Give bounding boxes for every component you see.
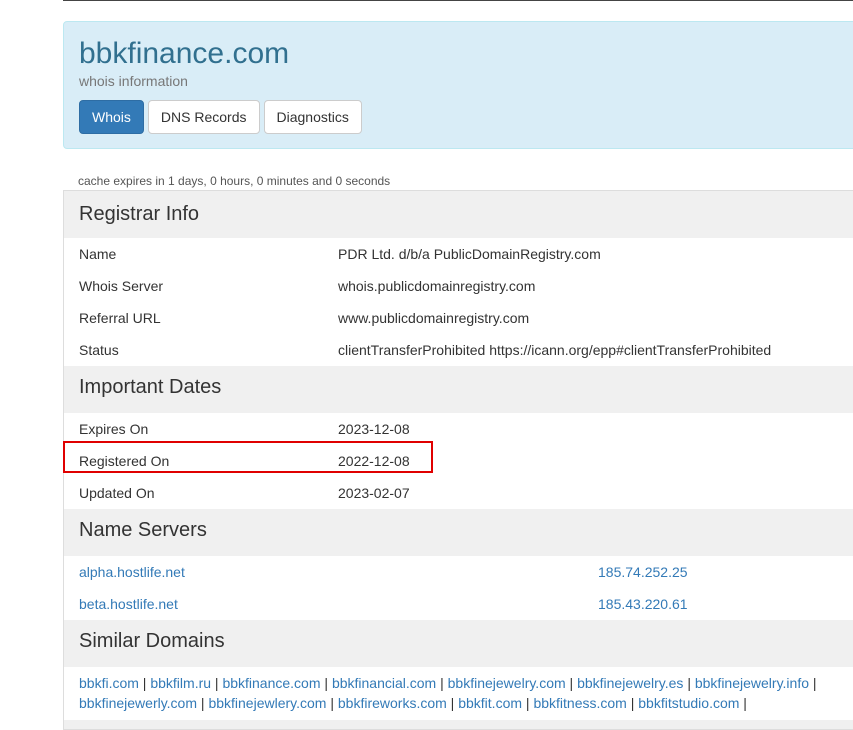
nameservers-heading: Name Servers <box>79 519 207 541</box>
whois-server-label: Whois Server <box>79 278 164 294</box>
tab-diagnostics[interactable]: Diagnostics <box>263 100 362 134</box>
registrar-heading: Registrar Info <box>79 203 200 225</box>
separator: | <box>522 695 534 711</box>
similar-domain-link[interactable]: bbkfitness.com <box>533 695 626 711</box>
separator: | <box>565 675 578 691</box>
similar-domain-link[interactable]: bbkfinejewerly.com <box>79 695 197 711</box>
similar-domain-link[interactable]: bbkfinejewelry.info <box>695 675 809 691</box>
domain-header: bbkfinance.com whois information Whois D… <box>63 21 853 149</box>
similar-domain-link[interactable]: bbkfilm.ru <box>150 675 211 691</box>
expires-on-label: Expires On <box>79 421 149 437</box>
dates-section-header: Important Dates <box>64 366 853 413</box>
section-footer <box>64 720 853 729</box>
similar-heading: Similar Domains <box>79 630 225 652</box>
dates-heading: Important Dates <box>79 376 222 398</box>
nameserver-host-link[interactable]: alpha.hostlife.net <box>79 564 185 580</box>
tab-whois[interactable]: Whois <box>79 100 144 134</box>
similar-section-header: Similar Domains <box>64 620 853 667</box>
similar-domain-link[interactable]: bbkfireworks.com <box>338 695 447 711</box>
expires-on-value: 2023-12-08 <box>338 421 410 437</box>
similar-domain-link[interactable]: bbkfinance.com <box>222 675 320 691</box>
nameserver-host-link[interactable]: beta.hostlife.net <box>79 596 178 612</box>
separator: | <box>211 675 223 691</box>
similar-domain-link[interactable]: bbkfi.com <box>79 675 139 691</box>
similar-domain-link[interactable]: bbkfitstudio.com <box>638 695 739 711</box>
table-row: Whois Server whois.publicdomainregistry.… <box>64 270 853 302</box>
updated-on-value: 2023-02-07 <box>338 485 410 501</box>
similar-domains-line: bbkfi.com | bbkfilm.ru | bbkfinance.com … <box>79 673 853 693</box>
nameservers-section-header: Name Servers <box>64 509 853 556</box>
page-subtitle: whois information <box>79 73 188 89</box>
top-divider <box>63 0 853 1</box>
separator: | <box>626 695 639 711</box>
highlight-box <box>63 441 433 473</box>
page-title: bbkfinance.com <box>79 37 290 70</box>
separator: | <box>138 675 151 691</box>
referral-url-value: www.publicdomainregistry.com <box>338 310 530 326</box>
table-row: beta.hostlife.net 185.43.220.61 <box>64 588 853 620</box>
tab-dns-records[interactable]: DNS Records <box>147 100 260 134</box>
table-row: Name PDR Ltd. d/b/a PublicDomainRegistry… <box>64 238 853 270</box>
nameserver-ip-link[interactable]: 185.74.252.25 <box>598 564 688 580</box>
separator: | <box>320 675 332 691</box>
separator: | <box>739 695 747 711</box>
separator: | <box>197 695 209 711</box>
referral-url-label: Referral URL <box>79 310 161 326</box>
tab-bar: Whois DNS Records Diagnostics <box>79 100 366 134</box>
similar-domain-link[interactable]: bbkfit.com <box>458 695 522 711</box>
similar-domains-list: bbkfi.com | bbkfilm.ru | bbkfinance.com … <box>64 667 853 713</box>
separator: | <box>446 695 459 711</box>
nameserver-ip-link[interactable]: 185.43.220.61 <box>598 596 688 612</box>
registrar-section-header: Registrar Info <box>64 191 853 238</box>
similar-domain-link[interactable]: bbkfinejewlery.com <box>208 695 326 711</box>
registrar-name-value: PDR Ltd. d/b/a PublicDomainRegistry.com <box>338 246 601 262</box>
table-row: Updated On 2023-02-07 <box>64 477 853 509</box>
separator: | <box>683 675 695 691</box>
table-row: Status clientTransferProhibited https://… <box>64 334 853 366</box>
similar-domain-link[interactable]: bbkfinejewelry.es <box>577 675 683 691</box>
status-label: Status <box>79 342 119 358</box>
separator: | <box>436 675 448 691</box>
similar-domains-line: bbkfinejewerly.com | bbkfinejewlery.com … <box>79 693 853 713</box>
table-row: Referral URL www.publicdomainregistry.co… <box>64 302 853 334</box>
similar-domain-link[interactable]: bbkfinejewelry.com <box>448 675 566 691</box>
cache-note: cache expires in 1 days, 0 hours, 0 minu… <box>78 174 391 188</box>
status-value: clientTransferProhibited https://icann.o… <box>338 342 772 358</box>
registrar-name-label: Name <box>79 246 117 262</box>
separator: | <box>809 675 817 691</box>
separator: | <box>326 695 338 711</box>
similar-domain-link[interactable]: bbkfinancial.com <box>332 675 436 691</box>
updated-on-label: Updated On <box>79 485 155 501</box>
table-row: alpha.hostlife.net 185.74.252.25 <box>64 556 853 588</box>
whois-server-value: whois.publicdomainregistry.com <box>338 278 536 294</box>
